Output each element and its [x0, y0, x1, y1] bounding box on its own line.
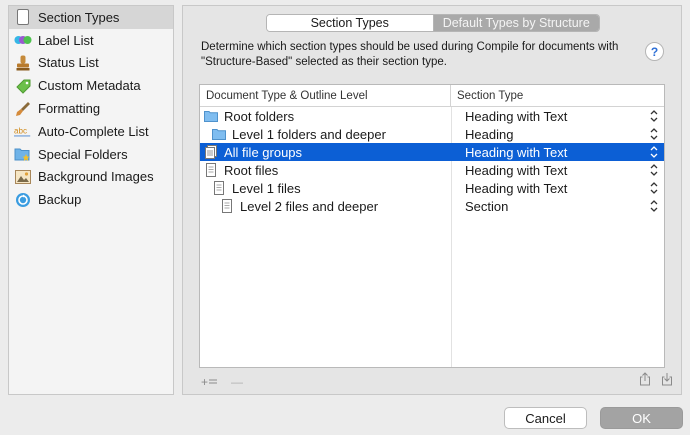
- special-folder-icon: [14, 146, 32, 162]
- section-type-value: Heading with Text: [465, 108, 568, 124]
- section-types-panel: Section Types Default Types by Structure…: [182, 5, 682, 395]
- section-type-select[interactable]: Heading with Text: [451, 143, 664, 161]
- column-header-section-type[interactable]: Section Type: [451, 85, 664, 106]
- file-icon: [212, 181, 226, 195]
- stepper-arrows-icon: [650, 182, 658, 194]
- sidebar-item-label: Status List: [38, 55, 99, 71]
- section-type-select[interactable]: Heading: [451, 125, 664, 143]
- sidebar-item-label: Custom Metadata: [38, 78, 141, 94]
- document-type-cell: Root folders: [200, 107, 451, 125]
- brush-icon: [14, 101, 32, 117]
- document-type-cell: Level 1 files: [200, 179, 451, 197]
- sidebar-item-label: Label List: [38, 32, 94, 48]
- table-header: Document Type & Outline Level Section Ty…: [200, 85, 664, 107]
- stepper-arrows-icon: [650, 164, 658, 176]
- document-type-label: Level 1 folders and deeper: [232, 126, 386, 142]
- image-icon: [14, 169, 32, 185]
- sidebar-item-status-list[interactable]: Status List: [9, 52, 173, 75]
- sidebar-item-label: Formatting: [38, 101, 101, 117]
- file-icon: [204, 163, 218, 177]
- column-header-document-type[interactable]: Document Type & Outline Level: [200, 85, 451, 106]
- sidebar-item-special-folders[interactable]: Special Folders: [9, 143, 173, 166]
- sidebar-item-section-types[interactable]: Section Types: [9, 6, 173, 29]
- help-button[interactable]: ?: [645, 42, 664, 61]
- document-type-cell: All file groups: [200, 143, 451, 161]
- document-type-cell: Level 1 folders and deeper: [200, 125, 451, 143]
- sidebar-item-auto-complete-list[interactable]: abc Auto-Complete List: [9, 120, 173, 143]
- file-group-icon: [204, 145, 218, 159]
- tab-default-types-by-structure[interactable]: Default Types by Structure: [433, 15, 599, 31]
- tag-icon: [14, 78, 32, 94]
- document-type-label: Root files: [224, 162, 279, 178]
- stamp-icon: [14, 55, 32, 71]
- file-icon: [220, 199, 234, 213]
- sidebar-item-label-list[interactable]: Label List: [9, 29, 173, 52]
- description-text: Determine which section types should be …: [201, 41, 619, 68]
- section-type-value: Heading with Text: [465, 180, 568, 196]
- table-row[interactable]: Root files Heading with Text: [200, 161, 664, 179]
- settings-sidebar: Section Types Label List Status List Cus…: [8, 5, 174, 395]
- document-type-label: Root folders: [224, 108, 295, 124]
- section-type-select[interactable]: Heading with Text: [451, 161, 664, 179]
- document-type-label: All file groups: [224, 144, 303, 160]
- add-icon: +: [201, 375, 209, 389]
- sidebar-item-label: Special Folders: [38, 146, 128, 162]
- document-icon: [14, 9, 32, 26]
- document-type-label: Level 2 files and deeper: [240, 198, 379, 214]
- label-dots-icon: [14, 32, 32, 48]
- section-type-value: Heading with Text: [465, 144, 568, 160]
- stepper-arrows-icon: [650, 200, 658, 212]
- document-type-label: Level 1 files: [232, 180, 301, 196]
- document-type-cell: Level 2 files and deeper: [200, 197, 451, 215]
- remove-button[interactable]: —: [231, 375, 243, 389]
- table-tools: + —: [201, 375, 243, 389]
- import-icon[interactable]: [661, 372, 673, 389]
- sidebar-item-backup[interactable]: Backup: [9, 188, 173, 211]
- sidebar-item-label: Background Images: [38, 169, 154, 185]
- sidebar-item-formatting[interactable]: Formatting: [9, 97, 173, 120]
- section-type-select[interactable]: Section: [451, 197, 664, 215]
- cancel-button[interactable]: Cancel: [504, 407, 587, 429]
- sidebar-item-background-images[interactable]: Background Images: [9, 166, 173, 189]
- import-export-tools: [639, 372, 673, 389]
- section-types-table: Document Type & Outline Level Section Ty…: [199, 84, 665, 368]
- add-remove-button[interactable]: +: [201, 375, 218, 389]
- section-type-select[interactable]: Heading with Text: [451, 179, 664, 197]
- section-type-value: Heading with Text: [465, 162, 568, 178]
- tab-switcher: Section Types Default Types by Structure: [266, 14, 600, 32]
- table-row[interactable]: All file groups Heading with Text: [200, 143, 664, 161]
- ok-button[interactable]: OK: [600, 407, 683, 429]
- svg-text:abc: abc: [14, 127, 27, 136]
- stepper-arrows-icon: [650, 128, 658, 140]
- sidebar-item-label: Section Types: [38, 9, 120, 25]
- table-row[interactable]: Level 2 files and deeper Section: [200, 197, 664, 215]
- section-type-value: Section: [465, 198, 509, 214]
- sidebar-item-custom-metadata[interactable]: Custom Metadata: [9, 74, 173, 97]
- folder-icon: [204, 109, 218, 123]
- folder-icon: [212, 127, 226, 141]
- section-type-value: Heading: [465, 126, 514, 142]
- section-type-select[interactable]: Heading with Text: [451, 107, 664, 125]
- table-row[interactable]: Level 1 files Heading with Text: [200, 179, 664, 197]
- stepper-arrows-icon: [650, 146, 658, 158]
- sidebar-item-label: Backup: [38, 192, 82, 208]
- sidebar-item-label: Auto-Complete List: [38, 123, 149, 139]
- list-lines-icon: [209, 379, 218, 384]
- export-icon[interactable]: [639, 372, 651, 389]
- table-row[interactable]: Root folders Heading with Text: [200, 107, 664, 125]
- tab-section-types[interactable]: Section Types: [267, 15, 434, 31]
- backup-icon: [14, 192, 32, 208]
- stepper-arrows-icon: [650, 110, 658, 122]
- table-row[interactable]: Level 1 folders and deeper Heading: [200, 125, 664, 143]
- abc-icon: abc: [14, 123, 32, 139]
- document-type-cell: Root files: [200, 161, 451, 179]
